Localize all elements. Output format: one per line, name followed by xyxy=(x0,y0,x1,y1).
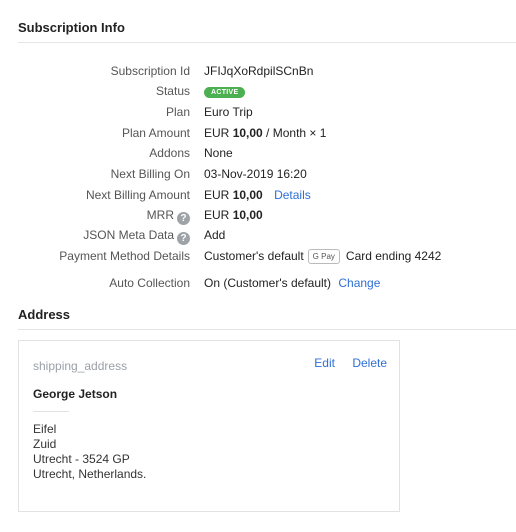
help-icon[interactable]: ? xyxy=(177,232,190,245)
amount-suffix: / Month × 1 xyxy=(262,126,327,140)
amount: 10,00 xyxy=(232,188,263,202)
payment-method-label: Payment Method Details xyxy=(59,249,190,263)
card-ending: Card ending 4242 xyxy=(345,249,442,263)
google-pay-icon: G Pay xyxy=(307,249,340,264)
currency: EUR xyxy=(204,208,230,222)
addons-value: None xyxy=(204,146,233,160)
next-billing-amount-label: Next Billing Amount xyxy=(85,188,190,202)
status-badge: ACTIVE xyxy=(204,87,246,98)
payment-method-row: Payment Method Details Customer's defaul… xyxy=(0,249,516,269)
mrr-label: MRR xyxy=(146,208,174,222)
payment-method-value: Customer's default G Pay Card ending 4242 xyxy=(204,249,441,264)
plan-amount-label: Plan Amount xyxy=(121,126,190,140)
next-billing-on-value: 03-Nov-2019 16:20 xyxy=(204,167,307,181)
address-card: shipping_address Edit Delete George Jets… xyxy=(18,340,400,512)
address-lines: Eifel Zuid Utrecht - 3524 GP Utrecht, Ne… xyxy=(33,422,146,482)
address-name: George Jetson xyxy=(33,387,118,401)
mrr-value: EUR 10,00 xyxy=(204,208,263,222)
auto-collection-row: Auto Collection On (Customer's default) … xyxy=(0,276,516,296)
addons-label: Addons xyxy=(149,146,190,160)
section-divider xyxy=(18,329,516,330)
plan-amount-value: EUR 10,00 / Month × 1 xyxy=(204,126,326,140)
amount: 10,00 xyxy=(232,126,263,140)
plan-label: Plan xyxy=(165,105,190,119)
address-type-tag: shipping_address xyxy=(33,359,128,373)
edit-address-link[interactable]: Edit xyxy=(314,356,335,370)
address-line: Utrecht, Netherlands. xyxy=(33,467,147,481)
next-billing-amount-value: EUR 10,00 Details xyxy=(204,188,311,202)
plan-row: Plan Euro Trip xyxy=(0,105,516,125)
delete-address-link[interactable]: Delete xyxy=(352,356,387,370)
change-link[interactable]: Change xyxy=(338,276,380,290)
subscription-info-title: Subscription Info xyxy=(18,20,125,35)
currency: EUR xyxy=(204,126,230,140)
address-title: Address xyxy=(18,307,71,322)
help-icon[interactable]: ? xyxy=(177,212,190,225)
addons-row: Addons None xyxy=(0,146,516,166)
amount: 10,00 xyxy=(232,208,263,222)
address-line: Eifel xyxy=(33,422,57,436)
currency: EUR xyxy=(204,188,230,202)
plan-link[interactable]: Euro Trip xyxy=(204,105,253,119)
status-row: Status ACTIVE xyxy=(0,84,516,104)
next-billing-on-label: Next Billing On xyxy=(110,167,190,181)
plan-amount-row: Plan Amount EUR 10,00 / Month × 1 xyxy=(0,126,516,146)
add-meta-link[interactable]: Add xyxy=(204,228,225,242)
auto-collection-status: On (Customer's default) xyxy=(204,276,332,290)
json-meta-row: JSON Meta Data? Add xyxy=(0,228,516,248)
mrr-row: MRR? EUR 10,00 xyxy=(0,208,516,228)
json-meta-label-wrap: JSON Meta Data? xyxy=(83,228,190,245)
details-link[interactable]: Details xyxy=(274,188,311,202)
next-billing-on-row: Next Billing On 03-Nov-2019 16:20 xyxy=(0,167,516,187)
address-line: Zuid xyxy=(33,437,57,451)
mrr-label-wrap: MRR? xyxy=(147,208,190,225)
next-billing-amount-row: Next Billing Amount EUR 10,00 Details xyxy=(0,188,516,208)
subscription-id-row: Subscription Id JFIJqXoRdpilSCnBn xyxy=(0,64,516,84)
section-divider xyxy=(18,42,516,43)
payment-default: Customer's default xyxy=(204,249,304,263)
status-label: Status xyxy=(155,84,190,98)
auto-collection-value: On (Customer's default) Change xyxy=(204,276,380,290)
json-meta-label: JSON Meta Data xyxy=(83,228,174,242)
address-divider xyxy=(33,411,69,412)
address-actions: Edit Delete xyxy=(300,356,387,370)
subscription-id-value: JFIJqXoRdpilSCnBn xyxy=(204,64,314,78)
address-line: Utrecht - 3524 GP xyxy=(33,452,130,466)
auto-collection-label: Auto Collection xyxy=(109,276,190,290)
subscription-id-label: Subscription Id xyxy=(110,64,190,78)
